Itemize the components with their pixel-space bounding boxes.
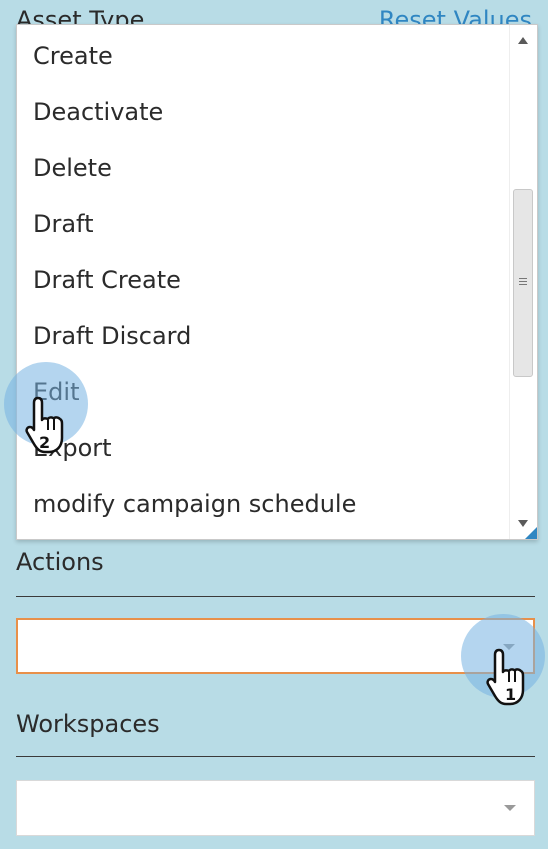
- workspaces-select[interactable]: [16, 780, 535, 836]
- actions-divider: [16, 596, 535, 597]
- option-export[interactable]: Export: [17, 420, 509, 476]
- scroll-thumb[interactable]: [513, 189, 533, 377]
- option-draft[interactable]: Draft: [17, 196, 509, 252]
- option-deactivate[interactable]: Deactivate: [17, 84, 509, 140]
- actions-label: Actions: [16, 548, 104, 576]
- dropdown-options: Create Deactivate Delete Draft Draft Cre…: [17, 28, 509, 532]
- option-draft-discard[interactable]: Draft Discard: [17, 308, 509, 364]
- step-1-number: 1: [505, 685, 516, 704]
- option-create[interactable]: Create: [17, 28, 509, 84]
- click-marker-step-1: 1: [461, 614, 545, 706]
- option-edit[interactable]: Edit: [17, 364, 509, 420]
- click-marker-step-2: 2: [4, 362, 88, 454]
- hand-pointer-icon: 2: [25, 396, 64, 454]
- workspaces-divider: [16, 756, 535, 757]
- hand-pointer-icon: 1: [486, 648, 525, 706]
- option-draft-create[interactable]: Draft Create: [17, 252, 509, 308]
- scroll-up-arrow-icon[interactable]: [518, 37, 528, 44]
- workspaces-label: Workspaces: [16, 710, 160, 738]
- actions-dropdown-list[interactable]: Create Deactivate Delete Draft Draft Cre…: [16, 24, 538, 540]
- actions-select[interactable]: [16, 618, 535, 674]
- workspaces-chevron-down-icon[interactable]: [504, 805, 516, 811]
- step-2-number: 2: [39, 433, 50, 452]
- option-delete[interactable]: Delete: [17, 140, 509, 196]
- option-modify-campaign-schedule[interactable]: modify campaign schedule: [17, 476, 509, 532]
- scroll-down-arrow-icon[interactable]: [518, 520, 528, 527]
- dropdown-scrollbar[interactable]: [509, 25, 537, 539]
- resize-handle-icon[interactable]: [525, 527, 537, 539]
- scroll-grip-icon: [519, 278, 527, 286]
